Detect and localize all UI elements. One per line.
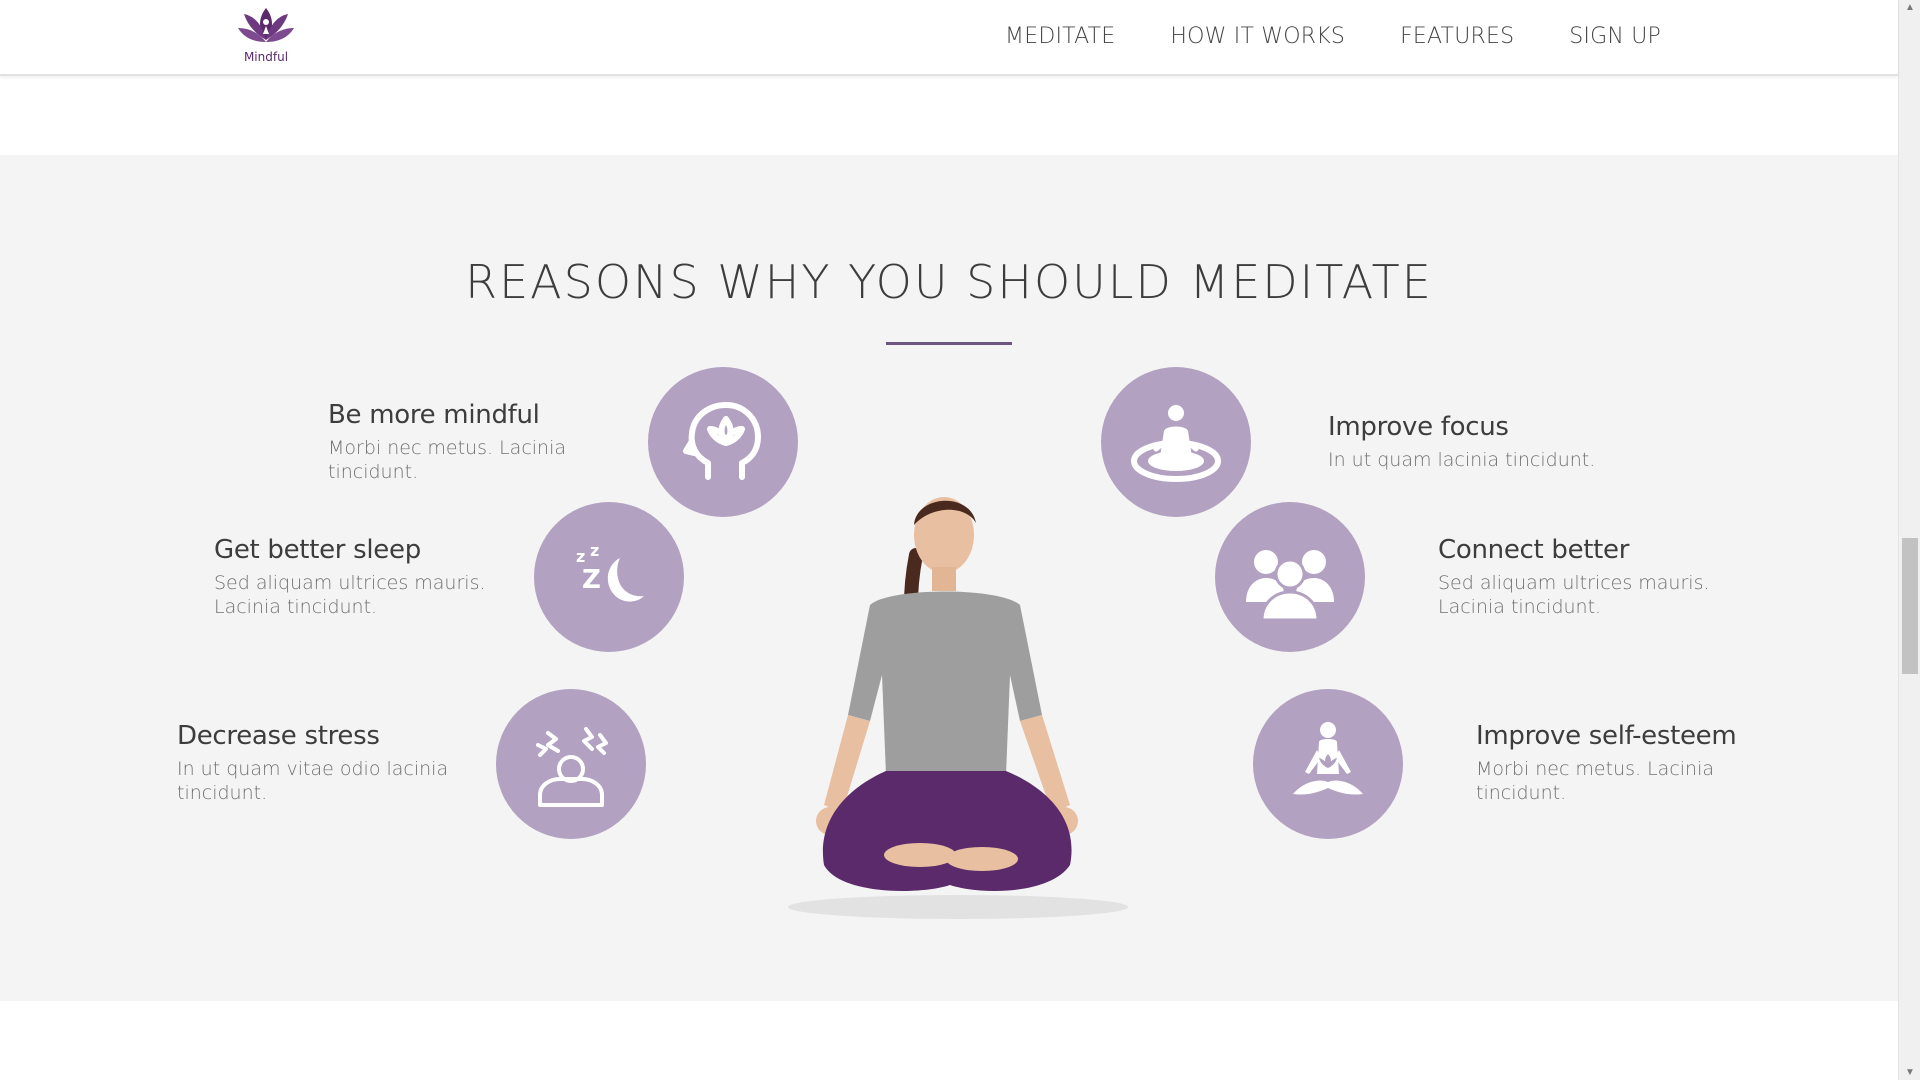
feature-title: Improve self-esteem: [1476, 721, 1737, 751]
nav-features[interactable]: FEATURES: [1400, 24, 1514, 49]
feature-text: In ut quam lacinia tincidunt.: [1328, 449, 1596, 471]
scroll-up-arrow-icon[interactable]: ▲: [1899, 2, 1920, 13]
brand-logo[interactable]: Mindful: [232, 4, 300, 68]
feature-sleep: Get better sleep Sed aliquam ultrices ma…: [214, 535, 514, 619]
brand-name: Mindful: [243, 50, 289, 64]
feature-text: Sed aliquam ultrices mauris. Lacinia tin…: [214, 572, 486, 618]
nav-sign-up[interactable]: SIGN UP: [1569, 24, 1661, 49]
feature-title: Improve focus: [1328, 412, 1509, 442]
feature-text: Sed aliquam ultrices mauris. Lacinia tin…: [1438, 572, 1710, 618]
lotus-meditation-icon: [1253, 689, 1403, 839]
feature-stress: Decrease stress In ut quam vitae odio la…: [177, 721, 477, 805]
title-divider: [886, 342, 1012, 345]
group-people-icon: [1215, 502, 1365, 652]
meditating-woman-image: [720, 475, 1190, 925]
main-nav: MEDITATE HOW IT WORKS FEATURES SIGN UP: [1005, 24, 1661, 49]
svg-text:z: z: [576, 547, 585, 566]
lotus-logo-icon: [238, 8, 294, 42]
feature-title: Connect better: [1438, 535, 1630, 565]
feature-text: In ut quam vitae odio lacinia tincidunt.: [177, 758, 449, 804]
section-title: REASONS WHY YOU SHOULD MEDITATE: [465, 255, 1433, 309]
nav-meditate[interactable]: MEDITATE: [1005, 24, 1115, 49]
feature-mindful: Be more mindful Morbi nec metus. Lacinia…: [328, 400, 628, 484]
page-scrollbar[interactable]: ▲ ▼: [1898, 0, 1920, 1080]
feature-title: Decrease stress: [177, 721, 380, 751]
scroll-thumb[interactable]: [1902, 538, 1918, 674]
feature-text: Morbi nec metus. Lacinia tincidunt.: [1476, 758, 1715, 804]
feature-connect: Connect better Sed aliquam ultrices maur…: [1438, 535, 1738, 619]
svg-text:Z: Z: [582, 565, 601, 595]
moon-zzz-icon: z z Z: [534, 502, 684, 652]
svg-text:z: z: [590, 541, 599, 560]
feature-text: Morbi nec metus. Lacinia tincidunt.: [328, 437, 567, 483]
stressed-person-icon: [496, 689, 646, 839]
reasons-section: REASONS WHY YOU SHOULD MEDITATE Be more …: [0, 155, 1898, 1001]
scroll-down-arrow-icon[interactable]: ▼: [1899, 1067, 1920, 1078]
feature-focus: Improve focus In ut quam lacinia tincidu…: [1328, 412, 1628, 472]
top-navbar: Mindful MEDITATE HOW IT WORKS FEATURES S…: [0, 0, 1898, 76]
nav-how-it-works[interactable]: HOW IT WORKS: [1170, 24, 1345, 49]
feature-title: Get better sleep: [214, 535, 421, 565]
feature-esteem: Improve self-esteem Morbi nec metus. Lac…: [1476, 721, 1776, 805]
feature-title: Be more mindful: [328, 400, 540, 430]
